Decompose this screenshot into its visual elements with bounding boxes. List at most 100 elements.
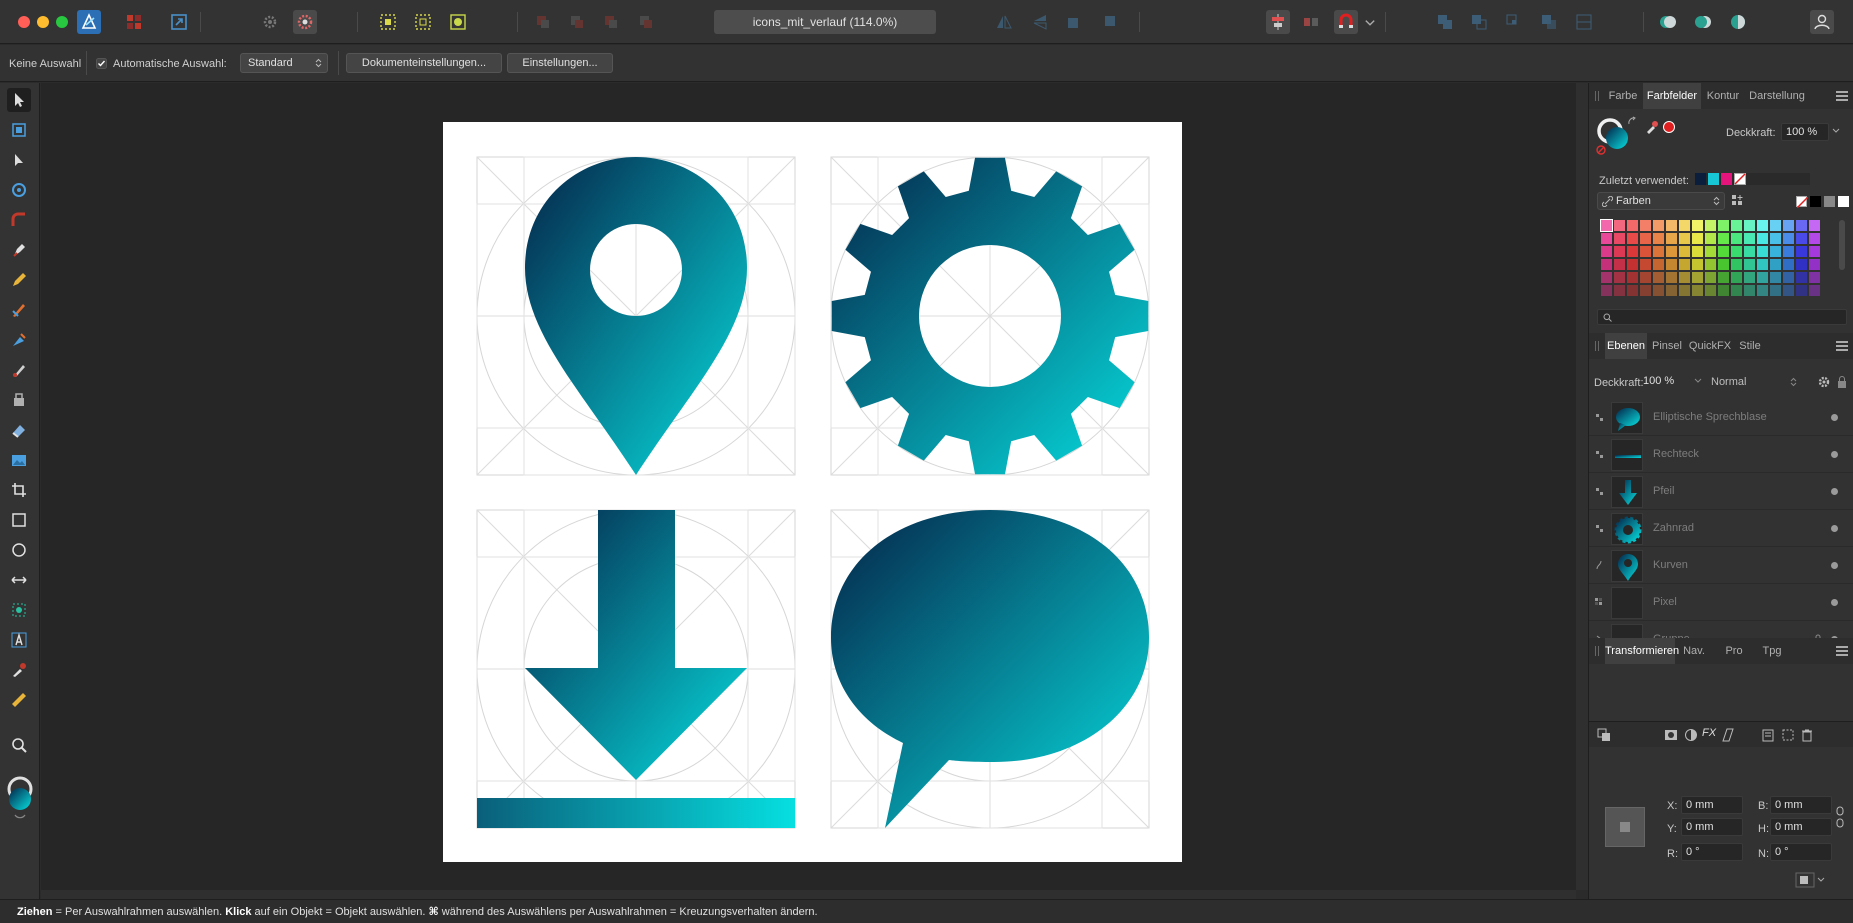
swatch[interactable] [1614, 220, 1625, 231]
pencil-tool[interactable] [7, 268, 31, 292]
swatch[interactable] [1640, 272, 1651, 283]
swatch[interactable] [1653, 259, 1664, 270]
layer-type-icon[interactable] [1594, 597, 1604, 607]
visibility-toggle[interactable] [1831, 525, 1838, 532]
rectangle-tool[interactable] [7, 508, 31, 532]
swatch[interactable] [1783, 220, 1794, 231]
swatch[interactable] [1679, 259, 1690, 270]
swatch[interactable] [1705, 246, 1716, 257]
swatch[interactable] [1809, 233, 1820, 244]
layer-type-icon[interactable] [1594, 560, 1604, 570]
swatch[interactable] [1770, 272, 1781, 283]
rotation-field[interactable]: 0 ° [1681, 843, 1743, 861]
layer-type-icon[interactable] [1594, 523, 1604, 533]
swatch[interactable] [1718, 272, 1729, 283]
swatch[interactable] [1692, 233, 1703, 244]
layer-type-icon[interactable] [1594, 412, 1604, 422]
tab-navigator[interactable]: Nav. [1677, 638, 1711, 664]
swatch[interactable] [1718, 220, 1729, 231]
swatch[interactable] [1744, 246, 1755, 257]
crop-tool[interactable] [7, 478, 31, 502]
horizontal-scrollbar[interactable] [41, 890, 1576, 899]
swatch[interactable] [1770, 233, 1781, 244]
move-backward-icon[interactable] [565, 10, 589, 34]
shear-field[interactable]: 0 ° [1770, 843, 1832, 861]
swatch[interactable] [1679, 272, 1690, 283]
rotate-left-icon[interactable] [1062, 10, 1086, 34]
swatch[interactable] [1653, 233, 1664, 244]
document-setup-button[interactable]: Dokumenteinstellungen... [346, 53, 502, 73]
swap-colors-icon[interactable] [1627, 116, 1639, 128]
swatch[interactable] [1744, 259, 1755, 270]
panel-grip-icon[interactable] [1595, 341, 1599, 351]
swatch[interactable] [1666, 272, 1677, 283]
transform-origin-dropdown[interactable] [1795, 872, 1827, 888]
swatch[interactable] [1627, 272, 1638, 283]
swatch[interactable] [1757, 272, 1768, 283]
swatch[interactable] [1705, 220, 1716, 231]
export-persona-icon[interactable] [167, 10, 191, 34]
insert-behind-icon[interactable] [1691, 10, 1715, 34]
location-pin-icon[interactable] [476, 156, 796, 476]
swatch[interactable] [1783, 285, 1794, 296]
swatch[interactable] [1809, 272, 1820, 283]
swatch-search-field[interactable] [1597, 309, 1847, 325]
invert-selection-icon[interactable] [446, 10, 470, 34]
swatch[interactable] [1601, 272, 1612, 283]
flip-vertical-icon[interactable] [1028, 10, 1052, 34]
swatch[interactable] [1666, 246, 1677, 257]
move-tool[interactable] [7, 88, 31, 112]
swatch[interactable] [1614, 272, 1625, 283]
swatch[interactable] [1809, 259, 1820, 270]
layer-row[interactable]: Kurven [1589, 547, 1853, 584]
swatch[interactable] [1770, 246, 1781, 257]
swatch[interactable] [1614, 259, 1625, 270]
swatch[interactable] [1731, 272, 1742, 283]
fill-stroke-color-swatch[interactable] [6, 775, 34, 825]
swatch[interactable] [1770, 259, 1781, 270]
corner-tool[interactable] [7, 208, 31, 232]
swatch[interactable] [1744, 220, 1755, 231]
swatch[interactable] [1783, 233, 1794, 244]
pen-tool[interactable] [7, 238, 31, 262]
designer-persona-icon[interactable] [77, 10, 101, 34]
tab-transform[interactable]: Transformieren [1605, 638, 1679, 664]
swatch[interactable] [1744, 272, 1755, 283]
artboard-tool[interactable] [7, 118, 31, 142]
close-window-button[interactable] [18, 16, 30, 28]
layer-type-icon[interactable] [1594, 486, 1604, 496]
swatch[interactable] [1757, 233, 1768, 244]
layer-opacity-field[interactable]: 100 % [1639, 373, 1693, 391]
tab-transparency[interactable]: Tpg [1757, 638, 1787, 664]
link-aspect-ratio-icon[interactable] [1835, 806, 1845, 828]
gear-icon[interactable] [830, 156, 1150, 476]
settings-gear-icon[interactable] [258, 10, 282, 34]
width-field[interactable]: 0 mm [1770, 796, 1832, 814]
blend-mode-dropdown[interactable]: Normal [1707, 373, 1797, 391]
tab-stroke[interactable]: Kontur [1703, 83, 1743, 109]
swatch[interactable] [1796, 285, 1807, 296]
snapping-options-chevron-icon[interactable] [1363, 10, 1377, 34]
swatch[interactable] [1692, 220, 1703, 231]
swatch[interactable] [1692, 272, 1703, 283]
artistic-text-tool[interactable] [7, 628, 31, 652]
adjustment-icon[interactable] [1684, 728, 1698, 742]
swatch[interactable] [1796, 272, 1807, 283]
swatch[interactable] [1614, 233, 1625, 244]
swatch[interactable] [1614, 285, 1625, 296]
swatch[interactable] [1770, 220, 1781, 231]
anchor-point-selector[interactable] [1605, 807, 1645, 847]
swatch[interactable] [1627, 259, 1638, 270]
swatch-grid[interactable] [1600, 219, 1820, 296]
swatch[interactable] [1705, 272, 1716, 283]
recent-color-none-icon[interactable] [1734, 173, 1746, 185]
swatch[interactable] [1809, 246, 1820, 257]
swatch[interactable] [1666, 220, 1677, 231]
swatch[interactable] [1718, 259, 1729, 270]
swatch[interactable] [1757, 259, 1768, 270]
swatch[interactable] [1666, 259, 1677, 270]
zoom-window-button[interactable] [56, 16, 68, 28]
swatch[interactable] [1679, 246, 1690, 257]
move-front-icon[interactable] [634, 10, 658, 34]
swatch[interactable] [1692, 259, 1703, 270]
